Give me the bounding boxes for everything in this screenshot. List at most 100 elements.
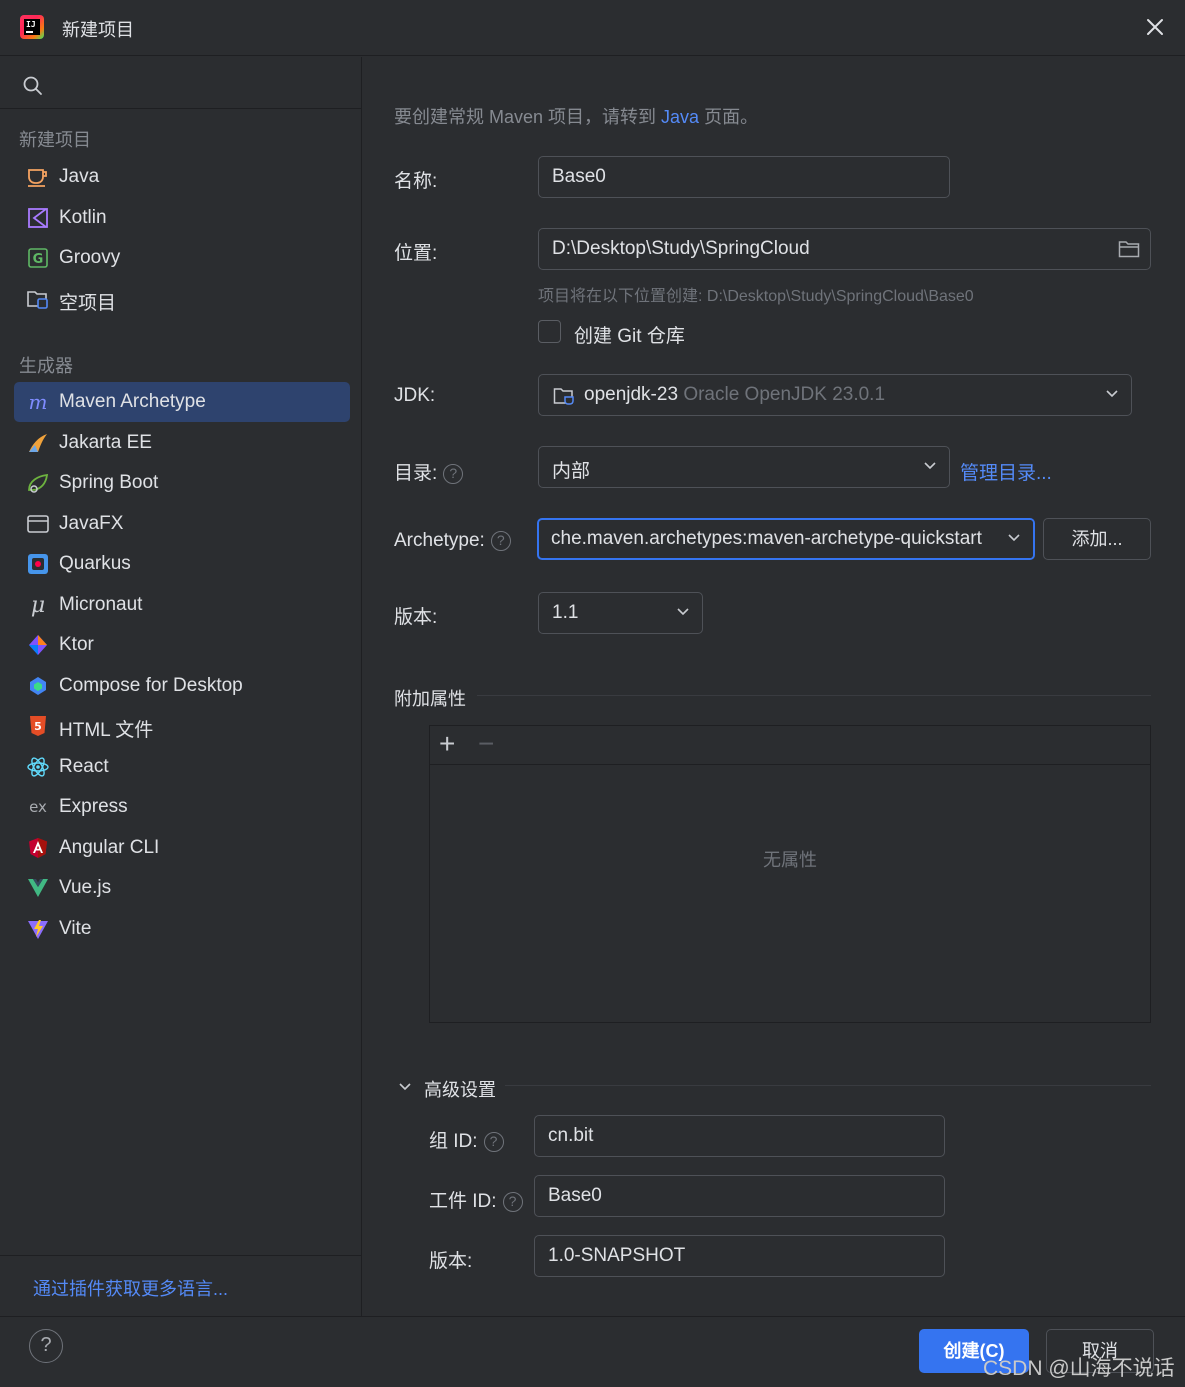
angular-icon bbox=[29, 838, 47, 858]
artifact-id-label: 工件 ID:? bbox=[429, 1186, 523, 1213]
catalog-help-icon[interactable]: ? bbox=[443, 463, 464, 484]
location-preview: 项目将在以下位置创建: D:\Desktop\Study\SpringCloud… bbox=[538, 288, 974, 305]
close-icon bbox=[1147, 19, 1163, 35]
get-more-languages-link[interactable]: 通过插件获取更多语言... bbox=[33, 1275, 228, 1301]
jdk-select[interactable]: openjdk-23 Oracle OpenJDK 23.0.1 bbox=[538, 374, 1132, 416]
sidebar-item-label: HTML 文件 bbox=[59, 720, 154, 741]
sidebar-item-groovy[interactable]: G Groovy bbox=[14, 238, 350, 278]
sidebar-item-label: Express bbox=[59, 796, 128, 817]
empty-project-icon bbox=[27, 291, 48, 309]
location-label: 位置: bbox=[394, 243, 438, 264]
remove-property-button[interactable]: − bbox=[478, 729, 494, 759]
sidebar-item-label: Maven Archetype bbox=[59, 391, 206, 412]
sidebar-item-angular-cli[interactable]: Angular CLI bbox=[14, 828, 350, 868]
artifact-id-field[interactable]: Base0 bbox=[534, 1175, 945, 1217]
sidebar-search[interactable] bbox=[0, 57, 362, 109]
sidebar-item-label: Quarkus bbox=[59, 553, 131, 574]
jdk-folder-icon bbox=[553, 388, 574, 405]
sidebar-item-label: Vite bbox=[59, 918, 92, 939]
jdk-label: JDK: bbox=[394, 385, 436, 406]
location-field[interactable]: D:\Desktop\Study\SpringCloud bbox=[538, 228, 1151, 270]
sidebar-item-html[interactable]: 5 HTML 文件 bbox=[14, 706, 350, 746]
group-id-label: 组 ID:? bbox=[429, 1126, 504, 1153]
svg-text:m: m bbox=[29, 390, 48, 414]
archetype-help-icon[interactable]: ? bbox=[490, 530, 511, 551]
sidebar-item-jakarta-ee[interactable]: Jakarta EE bbox=[14, 423, 350, 463]
manage-catalogs-link[interactable]: 管理目录... bbox=[960, 458, 1052, 485]
sidebar-item-javafx[interactable]: JavaFX bbox=[14, 504, 350, 544]
vite-icon bbox=[28, 920, 48, 939]
spring-icon bbox=[28, 473, 49, 493]
sidebar-item-label: JavaFX bbox=[59, 513, 124, 534]
svg-text:5: 5 bbox=[34, 720, 42, 733]
sidebar-item-empty-project[interactable]: 空项目 bbox=[14, 279, 350, 319]
create-git-checkbox[interactable] bbox=[538, 320, 561, 343]
project-type-sidebar: 新建项目 Java Kotlin G Groovy 空项目 生成器 m Mave… bbox=[0, 57, 362, 1316]
sidebar-item-label: Ktor bbox=[59, 634, 94, 655]
svg-text:μ: μ bbox=[31, 593, 45, 617]
adv-version-field[interactable]: 1.0-SNAPSHOT bbox=[534, 1235, 945, 1277]
watermark: CSDN @山海不说话 bbox=[983, 1357, 1175, 1380]
quarkus-icon bbox=[28, 554, 48, 574]
sidebar-item-maven-archetype[interactable]: m Maven Archetype bbox=[14, 382, 350, 422]
chevron-down-icon bbox=[1008, 534, 1020, 542]
sidebar-footer: 通过插件获取更多语言... bbox=[0, 1255, 362, 1316]
window-title: 新建项目 bbox=[62, 20, 134, 40]
catalog-label: 目录:? bbox=[394, 458, 464, 485]
divider bbox=[477, 695, 1151, 696]
sidebar-item-express[interactable]: ex Express bbox=[14, 787, 350, 827]
browse-folder-icon[interactable] bbox=[1118, 239, 1140, 259]
sidebar-item-label: Vue.js bbox=[59, 877, 112, 898]
sidebar-item-quarkus[interactable]: Quarkus bbox=[14, 544, 350, 584]
sidebar-item-compose-for-desktop[interactable]: Compose for Desktop bbox=[14, 666, 350, 706]
catalog-select[interactable]: 内部 bbox=[538, 446, 950, 488]
name-label: 名称: bbox=[394, 171, 438, 192]
divider bbox=[505, 1085, 1151, 1086]
html5-icon: 5 bbox=[30, 716, 46, 736]
help-button[interactable]: ? bbox=[29, 1329, 63, 1363]
javafx-icon bbox=[27, 515, 49, 533]
add-archetype-button[interactable]: 添加... bbox=[1043, 518, 1151, 560]
properties-empty-text: 无属性 bbox=[763, 850, 817, 870]
group-id-help-icon[interactable]: ? bbox=[483, 1131, 504, 1152]
add-property-button[interactable]: + bbox=[439, 729, 455, 759]
maven-icon: m bbox=[29, 390, 48, 414]
version-select[interactable]: 1.1 bbox=[538, 592, 703, 634]
sidebar-item-vite[interactable]: Vite bbox=[14, 909, 350, 949]
sidebar-item-label: Kotlin bbox=[59, 207, 107, 228]
archetype-select[interactable]: che.maven.archetypes:maven-archetype-qui… bbox=[537, 518, 1035, 560]
svg-text:ex: ex bbox=[29, 798, 47, 816]
sidebar-item-micronaut[interactable]: μ Micronaut bbox=[14, 585, 350, 625]
sidebar-item-spring-boot[interactable]: Spring Boot bbox=[14, 463, 350, 503]
create-git-label[interactable]: 创建 Git 仓库 bbox=[574, 321, 685, 348]
maven-archetype-form: 要创建常规 Maven 项目，请转到 Java 页面。 名称: Base0 位置… bbox=[363, 57, 1185, 1316]
sidebar-item-ktor[interactable]: Ktor bbox=[14, 625, 350, 665]
advanced-settings-title: 高级设置 bbox=[424, 1080, 496, 1100]
adv-version-label: 版本: bbox=[429, 1251, 473, 1272]
micronaut-icon: μ bbox=[31, 593, 45, 617]
vue-icon bbox=[28, 879, 48, 897]
search-icon bbox=[23, 76, 42, 95]
sidebar-item-label: Compose for Desktop bbox=[59, 675, 243, 696]
version-label: 版本: bbox=[394, 607, 438, 628]
sidebar-item-label: Micronaut bbox=[59, 594, 143, 615]
title-bar: IJ 新建项目 bbox=[0, 0, 1185, 56]
svg-text:G: G bbox=[33, 252, 44, 267]
sidebar-item-label: React bbox=[59, 756, 109, 777]
close-button[interactable] bbox=[1140, 12, 1170, 42]
section-title-new-project: 新建项目 bbox=[19, 130, 91, 150]
sidebar-item-react[interactable]: React bbox=[14, 747, 350, 787]
sidebar-item-kotlin[interactable]: Kotlin bbox=[14, 198, 350, 238]
name-field[interactable]: Base0 bbox=[538, 156, 950, 198]
sidebar-item-label: Spring Boot bbox=[59, 472, 159, 493]
additional-properties-title: 附加属性 bbox=[394, 689, 466, 709]
sidebar-item-java[interactable]: Java bbox=[14, 157, 350, 197]
compose-icon bbox=[30, 677, 46, 695]
jakarta-icon bbox=[29, 434, 47, 452]
group-id-field[interactable]: cn.bit bbox=[534, 1115, 945, 1157]
artifact-id-help-icon[interactable]: ? bbox=[502, 1191, 523, 1212]
java-page-link[interactable]: Java bbox=[661, 107, 699, 127]
sidebar-item-label: Java bbox=[59, 166, 100, 187]
sidebar-item-label: Groovy bbox=[59, 247, 121, 268]
sidebar-item-vuejs[interactable]: Vue.js bbox=[14, 868, 350, 908]
